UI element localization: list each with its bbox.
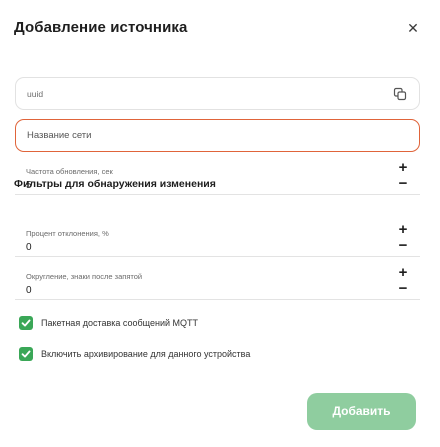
checkmark-icon: [21, 319, 31, 327]
network-name-placeholder: Название сети: [27, 130, 92, 141]
archiving-label: Включить архивирование для данного устро…: [41, 349, 251, 359]
deviation-percent-value: 0: [26, 242, 32, 253]
filters-section-title: Фильтры для обнаружения изменения: [14, 178, 216, 190]
deviation-percent-field[interactable]: Процент отклонения, % 0 + −: [15, 222, 420, 257]
rounding-value: 0: [26, 285, 32, 296]
dialog-header: Добавление источника ✕: [14, 19, 426, 41]
close-icon[interactable]: ✕: [405, 20, 421, 36]
copy-icon[interactable]: [393, 87, 407, 101]
update-frequency-label: Частота обновления, сек: [26, 167, 113, 176]
network-name-input[interactable]: Название сети: [15, 119, 420, 152]
update-frequency-plus-button[interactable]: +: [396, 160, 410, 175]
uuid-field[interactable]: uuid: [15, 77, 420, 110]
deviation-percent-plus-button[interactable]: +: [396, 222, 410, 237]
rounding-plus-button[interactable]: +: [396, 265, 410, 280]
rounding-label: Округление, знаки после запятой: [26, 272, 143, 281]
deviation-percent-label: Процент отклонения, %: [26, 229, 109, 238]
mqtt-batch-label: Пакетная доставка сообщений MQTT: [41, 318, 198, 328]
add-button[interactable]: Добавить: [307, 393, 416, 430]
dialog-title: Добавление источника: [14, 19, 188, 36]
checkmark-icon: [21, 350, 31, 358]
archiving-checkbox[interactable]: [19, 347, 33, 361]
mqtt-batch-checkbox[interactable]: [19, 316, 33, 330]
deviation-percent-minus-button[interactable]: −: [396, 238, 410, 253]
rounding-minus-button[interactable]: −: [396, 281, 410, 296]
update-frequency-minus-button[interactable]: −: [396, 176, 410, 191]
uuid-placeholder: uuid: [27, 89, 44, 99]
rounding-field[interactable]: Округление, знаки после запятой 0 + −: [15, 265, 420, 300]
